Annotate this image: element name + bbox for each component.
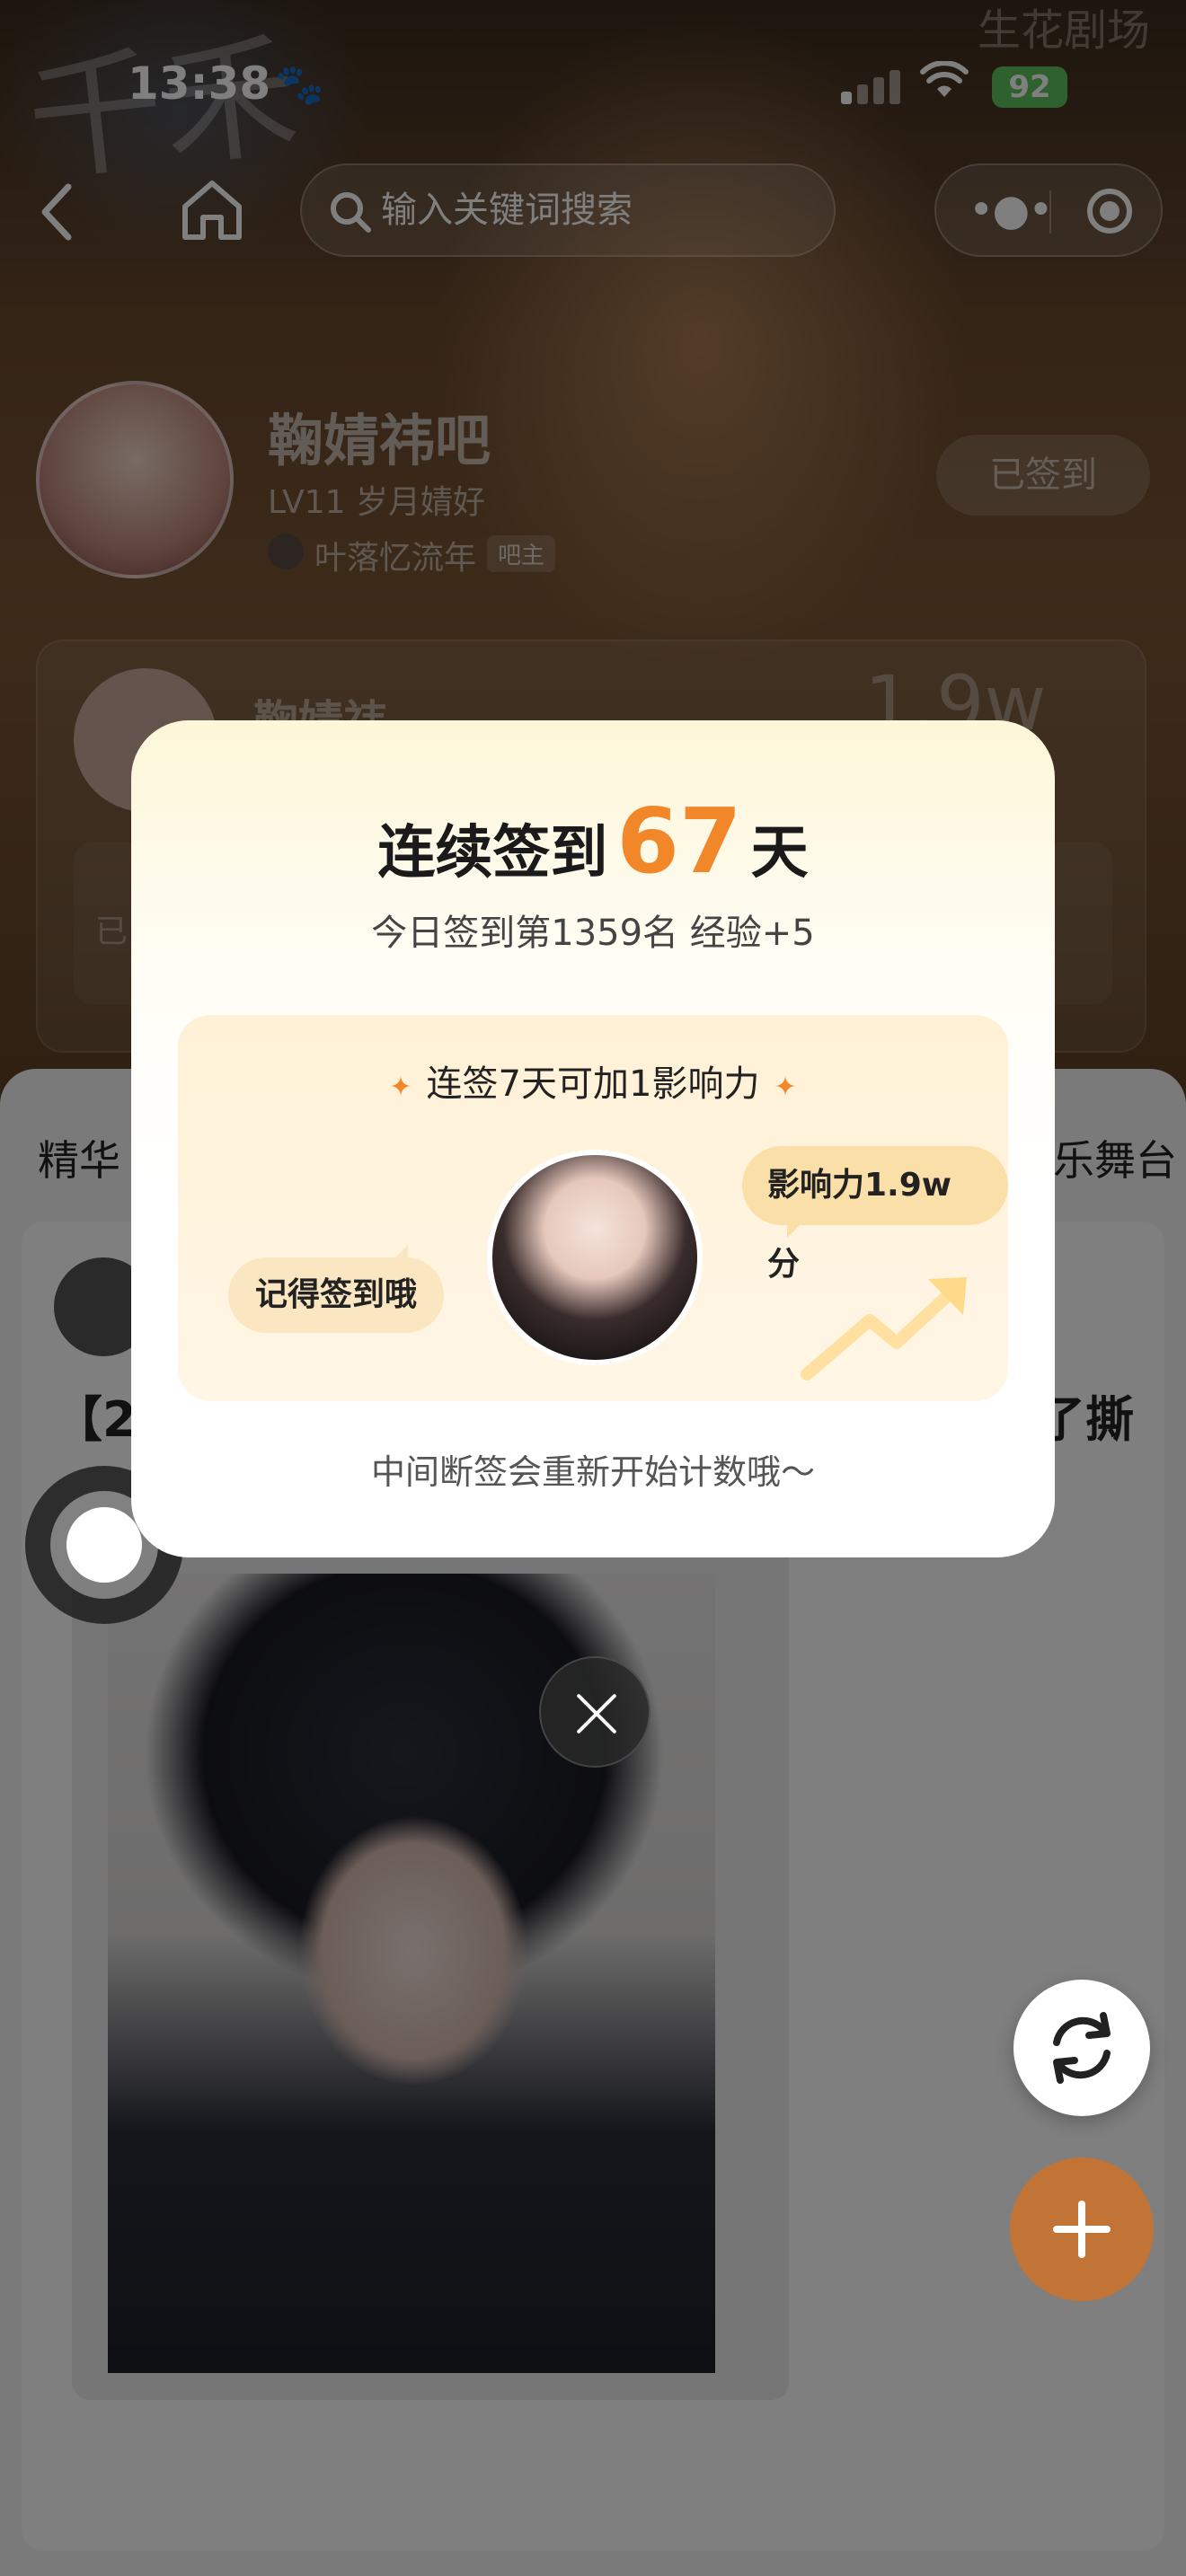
popup-title: 连续签到 67 天: [131, 789, 1055, 894]
sign-in-popup: 连续签到 67 天 今日签到第1359名 经验+5 ✦ 连签7天可加1影响力 ✦ 记得签…: [131, 720, 1055, 1557]
plus-icon[interactable]: [1010, 2157, 1154, 2301]
sparkle-icon: ✦: [774, 1072, 797, 1103]
sparkle-icon: ✦: [389, 1072, 412, 1103]
trend-arrow-icon: [798, 1257, 978, 1383]
refresh-button[interactable]: [1013, 1980, 1150, 2116]
reward-avatar: [487, 1150, 703, 1365]
close-icon[interactable]: [539, 1656, 651, 1768]
reward-box: ✦ 连签7天可加1影响力 ✦ 记得签到哦 影响力1.9w分: [178, 1015, 1008, 1401]
popup-note: 中间断签会重新开始计数哦～: [370, 1452, 815, 1492]
influence-bubble: 影响力1.9w分: [742, 1146, 1008, 1283]
popup-title-suffix: 天: [750, 820, 809, 887]
streak-days: 67: [616, 789, 742, 894]
popup-subtitle: 今日签到第1359名 经验+5: [371, 913, 815, 954]
reward-heading-text: 连签7天可加1影响力: [426, 1063, 760, 1105]
refresh-icon: [1053, 2012, 1111, 2084]
reward-heading: ✦ 连签7天可加1影响力 ✦: [178, 1054, 1008, 1107]
popup-title-prefix: 连续签到: [377, 820, 608, 887]
reminder-bubble: 记得签到哦: [228, 1245, 445, 1333]
